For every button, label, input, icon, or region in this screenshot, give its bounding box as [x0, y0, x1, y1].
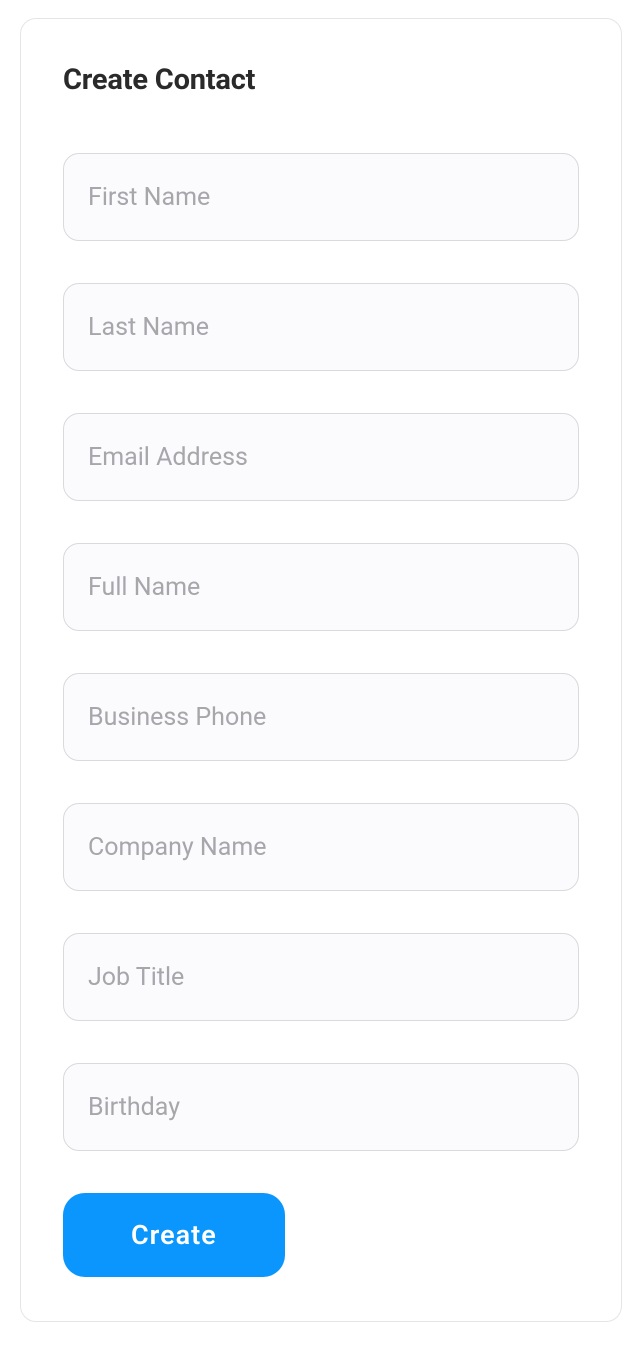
job-title-input[interactable]	[63, 933, 579, 1021]
birthday-input[interactable]	[63, 1063, 579, 1151]
card-title: Create Contact	[63, 63, 579, 97]
first-name-input[interactable]	[63, 153, 579, 241]
create-contact-card: Create Contact Create	[20, 18, 622, 1322]
create-button[interactable]: Create	[63, 1193, 285, 1277]
company-name-input[interactable]	[63, 803, 579, 891]
last-name-input[interactable]	[63, 283, 579, 371]
email-input[interactable]	[63, 413, 579, 501]
business-phone-input[interactable]	[63, 673, 579, 761]
full-name-input[interactable]	[63, 543, 579, 631]
